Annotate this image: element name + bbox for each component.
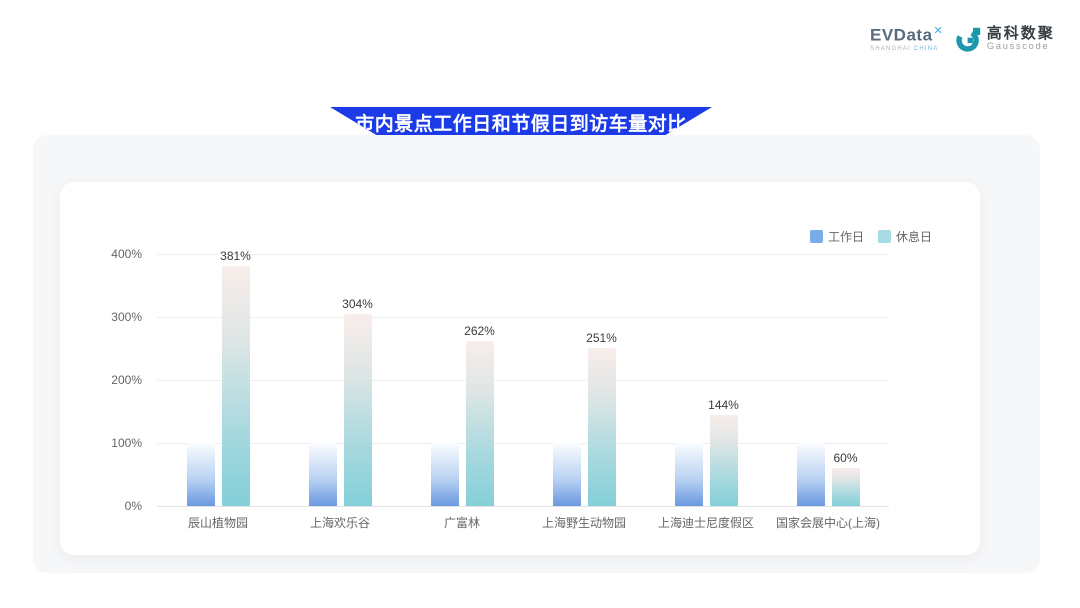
bar-workday[interactable] — [309, 443, 337, 506]
bar-workday[interactable] — [675, 443, 703, 506]
bar-value-label: 60% — [816, 451, 876, 465]
evdata-wordmark: EVData — [870, 25, 933, 44]
gridline — [157, 254, 889, 255]
gausscode-en-text: Gausscode — [987, 42, 1055, 52]
gridline — [157, 317, 889, 318]
bar-workday[interactable] — [187, 443, 215, 506]
gridline — [157, 380, 889, 381]
chart-title-banner: 市内景点工作日和节假日到访车量对比 — [330, 107, 712, 137]
bar-workday[interactable] — [431, 443, 459, 506]
bar-workday[interactable] — [553, 443, 581, 506]
bar-restday[interactable] — [222, 266, 250, 506]
chart-title: 市内景点工作日和节假日到访车量对比 — [355, 109, 687, 136]
y-axis-tick-label: 400% — [94, 247, 142, 261]
bar-restday[interactable] — [344, 314, 372, 506]
evdata-logo: EVData✕ SHANGHAI CHINA — [870, 26, 943, 52]
gausscode-logo: 高科数聚 Gausscode — [955, 26, 1055, 53]
bar-value-label: 144% — [694, 398, 754, 412]
evdata-subtext: SHANGHAI CHINA — [870, 46, 943, 52]
header-logos: EVData✕ SHANGHAI CHINA 高科数聚 Gausscode — [870, 20, 1060, 58]
bar-value-label: 262% — [450, 324, 510, 338]
bar-restday[interactable] — [466, 341, 494, 506]
bar-value-label: 381% — [206, 249, 266, 263]
gridline — [157, 443, 889, 444]
bar-restday[interactable] — [832, 468, 860, 506]
y-axis-tick-label: 100% — [94, 436, 142, 450]
bar-restday[interactable] — [588, 348, 616, 506]
gausscode-g-icon — [955, 26, 982, 53]
bar-value-label: 251% — [572, 331, 632, 345]
bar-restday[interactable] — [710, 415, 738, 506]
category-label: 国家会展中心(上海) — [753, 514, 903, 531]
gridline — [157, 506, 889, 507]
bar-value-label: 304% — [328, 297, 388, 311]
evdata-x-icon: ✕ — [934, 25, 943, 37]
y-axis-tick-label: 300% — [94, 310, 142, 324]
gausscode-cn-text: 高科数聚 — [987, 26, 1055, 43]
y-axis-tick-label: 200% — [94, 373, 142, 387]
y-axis-tick-label: 0% — [94, 499, 142, 513]
bar-chart: 0%100%200%300%400%381%辰山植物园304%上海欢乐谷262%… — [60, 182, 980, 555]
chart-card: 工作日 休息日 0%100%200%300%400%381%辰山植物园304%上… — [60, 182, 980, 555]
